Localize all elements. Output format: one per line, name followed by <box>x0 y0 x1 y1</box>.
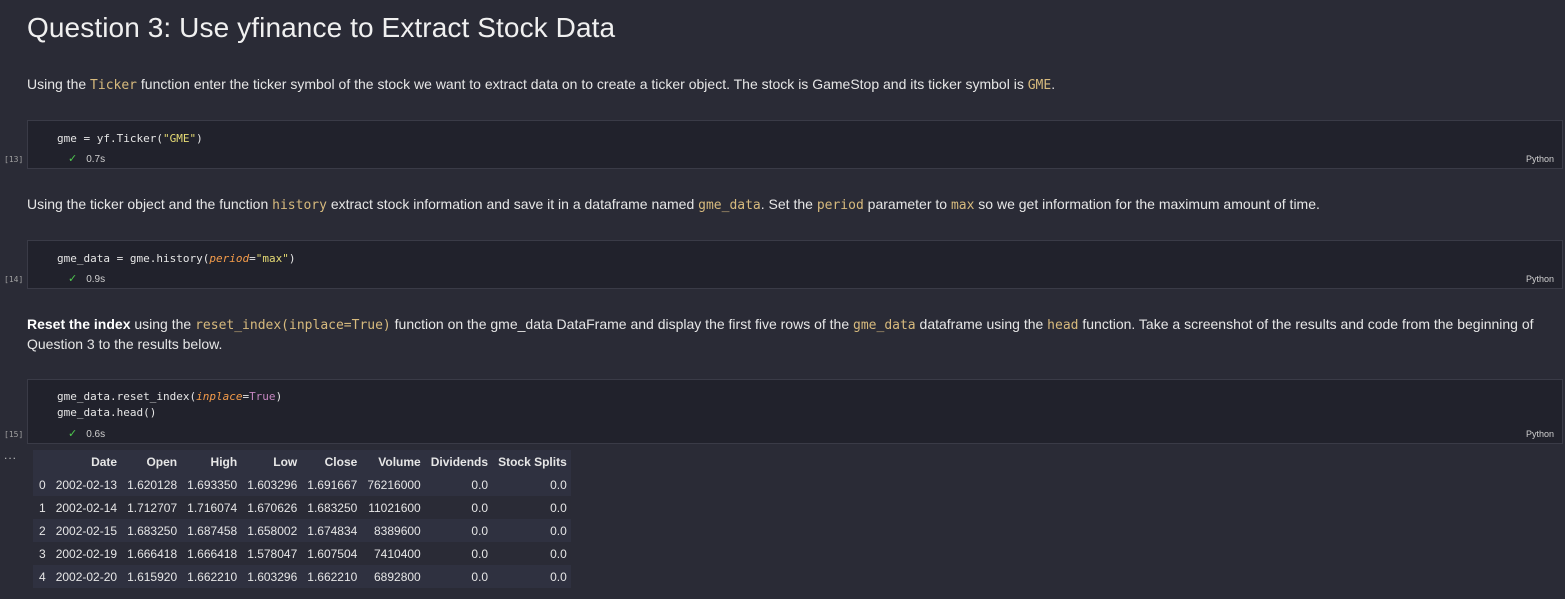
inline-code-max: max <box>950 198 975 213</box>
table-cell: 8389600 <box>361 519 425 542</box>
execution-status: ✓ 0.7s <box>68 152 105 165</box>
table-cell: 1.670626 <box>241 496 302 519</box>
table-cell: 1.603296 <box>241 473 302 496</box>
inline-code-gme: GME <box>1027 78 1052 93</box>
table-cell: 1.712707 <box>121 496 182 519</box>
table-cell: 2002-02-20 <box>49 565 122 588</box>
table-cell: 76216000 <box>361 473 425 496</box>
table-cell: 1.674834 <box>301 519 362 542</box>
table-cell: 6892800 <box>361 565 425 588</box>
table-cell: 1.687458 <box>181 519 242 542</box>
table-cell: 0.0 <box>492 519 571 542</box>
column-header: Date <box>49 450 122 473</box>
dataframe-output: Date Open High Low Close Volume Dividend… <box>33 450 571 588</box>
inline-code-period: period <box>816 198 864 213</box>
table-cell: 2002-02-19 <box>49 542 122 565</box>
table-cell: 0.0 <box>424 473 493 496</box>
table-cell: 0.0 <box>492 496 571 519</box>
execution-time: 0.9s <box>86 274 106 285</box>
column-header <box>33 450 50 473</box>
table-cell: 1.716074 <box>181 496 242 519</box>
check-icon: ✓ <box>68 273 78 285</box>
table-cell: 1.620128 <box>121 473 182 496</box>
table-row: 4 2002-02-20 1.615920 1.662210 1.603296 … <box>33 565 571 588</box>
table-cell: 0.0 <box>492 565 571 588</box>
execution-time: 0.7s <box>86 154 106 165</box>
inline-code-gme-data: gme_data <box>853 318 916 333</box>
column-header: High <box>181 450 242 473</box>
section-heading: Question 3: Use yfinance to Extract Stoc… <box>27 12 616 43</box>
table-row: 0 2002-02-13 1.620128 1.693350 1.603296 … <box>33 473 571 496</box>
column-header: Open <box>121 450 182 473</box>
code-cell-15[interactable]: gme_data.reset_index(inplace=True) gme_d… <box>27 379 1563 444</box>
check-icon: ✓ <box>68 428 78 440</box>
execution-count: [13] <box>4 155 24 164</box>
table-cell: 1.578047 <box>241 542 302 565</box>
inline-code-reset-index: reset_index(inplace=True) <box>195 318 391 333</box>
language-label[interactable]: Python <box>1526 429 1554 439</box>
table-cell: 1.693350 <box>181 473 242 496</box>
table-cell: 2002-02-15 <box>49 519 122 542</box>
row-index: 1 <box>33 496 50 519</box>
row-index: 0 <box>33 473 50 496</box>
table-cell: 0.0 <box>492 473 571 496</box>
code-cell-13[interactable]: gme = yf.Ticker("GME") ✓ 0.7s Python <box>27 120 1563 169</box>
table-row: 3 2002-02-19 1.666418 1.666418 1.578047 … <box>33 542 571 565</box>
table-cell: 1.666418 <box>121 542 182 565</box>
table-cell: 1.615920 <box>121 565 182 588</box>
table-cell: 0.0 <box>424 519 493 542</box>
table-cell: 0.0 <box>492 542 571 565</box>
inline-code-ticker: Ticker <box>90 78 138 93</box>
inline-code-head: head <box>1047 318 1079 333</box>
row-index: 3 <box>33 542 50 565</box>
table-cell: 0.0 <box>424 565 493 588</box>
table-cell: 1.658002 <box>241 519 302 542</box>
table-cell: 1.683250 <box>121 519 182 542</box>
table-cell: 2002-02-14 <box>49 496 122 519</box>
table-cell: 1.683250 <box>301 496 362 519</box>
table-row: 1 2002-02-14 1.712707 1.716074 1.670626 … <box>33 496 571 519</box>
table-cell: 1.662210 <box>301 565 362 588</box>
markdown-paragraph-ticker: Using the Ticker function enter the tick… <box>27 76 1056 93</box>
table-row: 2 2002-02-15 1.683250 1.687458 1.658002 … <box>33 519 571 542</box>
execution-status: ✓ 0.6s <box>68 427 105 440</box>
table-header-row: Date Open High Low Close Volume Dividend… <box>33 450 571 473</box>
table-cell: 1.691667 <box>301 473 362 496</box>
table-cell: 11021600 <box>361 496 425 519</box>
execution-count: [14] <box>4 275 24 284</box>
markdown-paragraph-reset-index: Reset the index using the reset_index(in… <box>27 316 1534 352</box>
table-cell: 1.607504 <box>301 542 362 565</box>
output-menu-ellipsis[interactable]: ... <box>4 448 17 462</box>
table-cell: 7410400 <box>361 542 425 565</box>
markdown-paragraph-history: Using the ticker object and the function… <box>27 196 1320 213</box>
code-cell-14[interactable]: gme_data = gme.history(period="max") ✓ 0.… <box>27 240 1563 289</box>
row-index: 4 <box>33 565 50 588</box>
inline-code-history: history <box>272 198 327 213</box>
language-label[interactable]: Python <box>1526 274 1554 284</box>
execution-count: [15] <box>4 430 24 439</box>
language-label[interactable]: Python <box>1526 154 1554 164</box>
execution-status: ✓ 0.9s <box>68 272 105 285</box>
table-cell: 1.603296 <box>241 565 302 588</box>
column-header: Close <box>301 450 362 473</box>
inline-code-gme-data: gme_data <box>698 198 761 213</box>
table-cell: 0.0 <box>424 496 493 519</box>
column-header: Low <box>241 450 302 473</box>
execution-time: 0.6s <box>86 429 106 440</box>
check-icon: ✓ <box>68 153 78 165</box>
column-header: Volume <box>361 450 425 473</box>
column-header: Stock Splits <box>492 450 571 473</box>
code-editor[interactable]: gme_data = gme.history(period="max") <box>57 251 295 267</box>
row-index: 2 <box>33 519 50 542</box>
table-cell: 1.666418 <box>181 542 242 565</box>
column-header: Dividends <box>424 450 493 473</box>
table-cell: 1.662210 <box>181 565 242 588</box>
table-cell: 2002-02-13 <box>49 473 122 496</box>
code-editor[interactable]: gme = yf.Ticker("GME") <box>57 131 203 147</box>
code-editor[interactable]: gme_data.reset_index(inplace=True) gme_d… <box>57 389 282 421</box>
table-cell: 0.0 <box>424 542 493 565</box>
